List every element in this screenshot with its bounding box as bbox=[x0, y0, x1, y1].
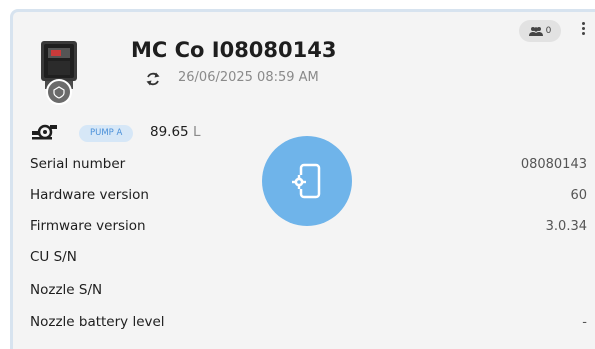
pump-volume-unit: L bbox=[192, 124, 201, 140]
mobile-settings-icon bbox=[292, 163, 321, 199]
firmware-version-value: 3.0.34 bbox=[545, 219, 587, 234]
serial-number-value: 08080143 bbox=[520, 157, 587, 172]
users-badge[interactable]: 0 bbox=[519, 20, 561, 42]
cu-sn-label: CU S/N bbox=[30, 249, 77, 265]
last-sync-timestamp: 26/06/2025 08:59 AM bbox=[178, 70, 319, 85]
pump-volume-value: 89.65 bbox=[150, 124, 189, 140]
nozzle-sn-label: Nozzle S/N bbox=[30, 282, 103, 298]
shield-check-icon bbox=[46, 79, 72, 105]
pump-tag: PUMP A bbox=[79, 125, 134, 142]
sync-icon bbox=[146, 72, 160, 86]
kebab-menu-icon[interactable] bbox=[578, 20, 588, 40]
hardware-version-label: Hardware version bbox=[30, 187, 149, 203]
nozzle-battery-value: - bbox=[582, 315, 587, 330]
device-name: MC Co I08080143 bbox=[131, 38, 337, 62]
fuel-controller-device-icon bbox=[41, 41, 77, 105]
firmware-version-label: Firmware version bbox=[30, 218, 146, 234]
pump-volume: 89.65 L bbox=[150, 124, 200, 140]
serial-number-label: Serial number bbox=[30, 156, 126, 172]
hardware-version-value: 60 bbox=[570, 188, 587, 203]
users-count: 0 bbox=[545, 26, 552, 36]
nozzle-battery-label: Nozzle battery level bbox=[30, 314, 165, 330]
configure-device-button[interactable] bbox=[262, 136, 352, 226]
users-icon bbox=[528, 27, 543, 36]
pump-icon bbox=[32, 124, 57, 140]
